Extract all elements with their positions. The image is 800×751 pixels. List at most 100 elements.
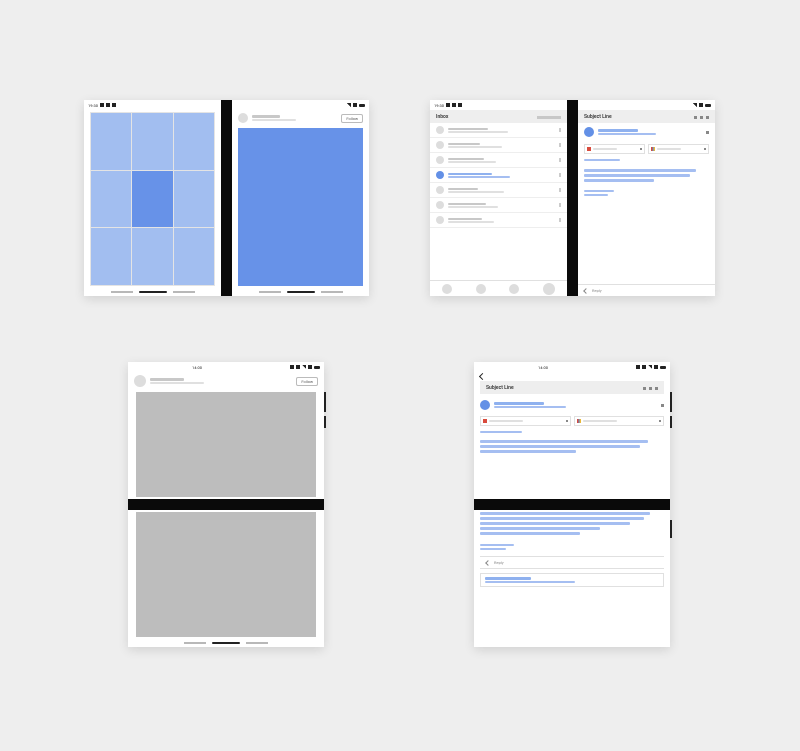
signal-icon — [693, 103, 697, 107]
photo-bottom[interactable] — [136, 512, 316, 637]
delete-icon[interactable] — [649, 387, 652, 390]
power-button[interactable] — [324, 416, 326, 428]
spacer — [480, 537, 664, 542]
slides-icon — [651, 147, 655, 151]
row-lines — [448, 143, 555, 148]
pdf-icon — [483, 419, 487, 423]
tab-compose-icon[interactable] — [543, 283, 555, 295]
tab-mail-icon[interactable] — [442, 284, 452, 294]
attachment-pdf[interactable] — [584, 144, 645, 154]
profile-meta-placeholder — [150, 382, 204, 384]
power-button[interactable] — [670, 416, 672, 428]
battery-icon — [359, 104, 365, 107]
archive-icon[interactable] — [694, 116, 697, 119]
from-meta-placeholder — [598, 133, 656, 135]
pane-left-gallery: 19:30 — [84, 100, 221, 296]
nav-home-icon[interactable] — [139, 291, 167, 293]
attachment-slides[interactable] — [574, 416, 665, 426]
reply-footer[interactable]: Reply — [578, 284, 715, 296]
signal-icon — [648, 365, 652, 369]
volume-button[interactable] — [670, 392, 672, 412]
inbox-list[interactable] — [430, 123, 567, 280]
chevron-right-icon — [559, 173, 561, 177]
status-time: 19:30 — [434, 103, 444, 108]
inbox-row-selected[interactable] — [430, 168, 567, 183]
volume-button[interactable] — [324, 392, 326, 412]
back-icon[interactable] — [479, 373, 486, 380]
back-row — [474, 372, 670, 381]
inbox-row[interactable] — [430, 153, 567, 168]
volume-button[interactable] — [670, 520, 672, 538]
battery-icon — [660, 366, 666, 369]
gallery-tile[interactable] — [174, 171, 214, 228]
avatar[interactable] — [238, 113, 248, 123]
inbox-row[interactable] — [430, 183, 567, 198]
header-meta-placeholder — [537, 116, 561, 119]
follow-button[interactable]: Follow — [341, 114, 363, 123]
photo-top[interactable] — [136, 392, 316, 497]
gallery-tile[interactable] — [132, 113, 172, 170]
gallery-tile[interactable] — [174, 228, 214, 285]
nav-recent-icon[interactable] — [246, 642, 268, 644]
attach-more-icon[interactable] — [566, 420, 568, 422]
gallery-tile-selected[interactable] — [132, 171, 172, 228]
tab-people-icon[interactable] — [509, 284, 519, 294]
signal-icon — [302, 365, 306, 369]
slides-icon — [577, 419, 581, 423]
email-from-row — [578, 123, 715, 141]
email-from-row — [480, 397, 664, 413]
status-bar: 14:00 — [474, 362, 670, 372]
gallery-grid[interactable] — [90, 112, 215, 286]
archive-icon[interactable] — [643, 387, 646, 390]
gallery-tile[interactable] — [91, 113, 131, 170]
photo-viewport[interactable] — [238, 128, 363, 286]
row-subject-placeholder — [448, 176, 510, 178]
expand-icon[interactable] — [706, 131, 709, 134]
expand-icon[interactable] — [661, 404, 664, 407]
body-line — [480, 517, 644, 520]
sender-avatar[interactable] — [584, 127, 594, 137]
attach-more-icon[interactable] — [704, 148, 706, 150]
from-meta-placeholder — [494, 406, 566, 408]
attach-more-icon[interactable] — [659, 420, 661, 422]
nav-recent-icon[interactable] — [321, 291, 343, 293]
quote-from-placeholder — [485, 577, 531, 580]
sender-avatar — [436, 141, 444, 149]
sender-avatar — [436, 216, 444, 224]
nav-back-icon[interactable] — [111, 291, 133, 293]
nav-home-icon[interactable] — [287, 291, 315, 293]
inbox-row[interactable] — [430, 213, 567, 228]
email-thread-cont: Reply — [480, 512, 664, 647]
quoted-message[interactable] — [480, 573, 664, 587]
attachment-slides[interactable] — [648, 144, 709, 154]
gallery-tile[interactable] — [91, 228, 131, 285]
gallery-tile[interactable] — [174, 113, 214, 170]
device-gallery-dual: 19:30 — [84, 100, 369, 296]
inbox-row[interactable] — [430, 138, 567, 153]
reply-footer[interactable]: Reply — [480, 556, 664, 569]
follow-button[interactable]: Follow — [296, 377, 318, 386]
gallery-tile[interactable] — [132, 228, 172, 285]
nav-recent-icon[interactable] — [173, 291, 195, 293]
tab-calendar-icon[interactable] — [476, 284, 486, 294]
row-sender-placeholder — [448, 203, 486, 205]
nav-home-icon[interactable] — [212, 642, 240, 644]
sender-avatar[interactable] — [480, 400, 490, 410]
inbox-row[interactable] — [430, 198, 567, 213]
gallery-tile[interactable] — [91, 171, 131, 228]
email-subject: Subject Line — [486, 385, 514, 391]
body-line — [480, 532, 580, 535]
from-name-placeholder — [598, 129, 638, 132]
more-icon[interactable] — [706, 116, 709, 119]
nav-back-icon[interactable] — [184, 642, 206, 644]
delete-icon[interactable] — [700, 116, 703, 119]
status-bar: 19:30 — [430, 100, 567, 110]
nav-back-icon[interactable] — [259, 291, 281, 293]
reply-icon — [485, 560, 491, 566]
avatar[interactable] — [134, 375, 146, 387]
pane-bottom — [128, 510, 324, 647]
attach-more-icon[interactable] — [640, 148, 642, 150]
inbox-row[interactable] — [430, 123, 567, 138]
more-icon[interactable] — [655, 387, 658, 390]
attachment-pdf[interactable] — [480, 416, 571, 426]
